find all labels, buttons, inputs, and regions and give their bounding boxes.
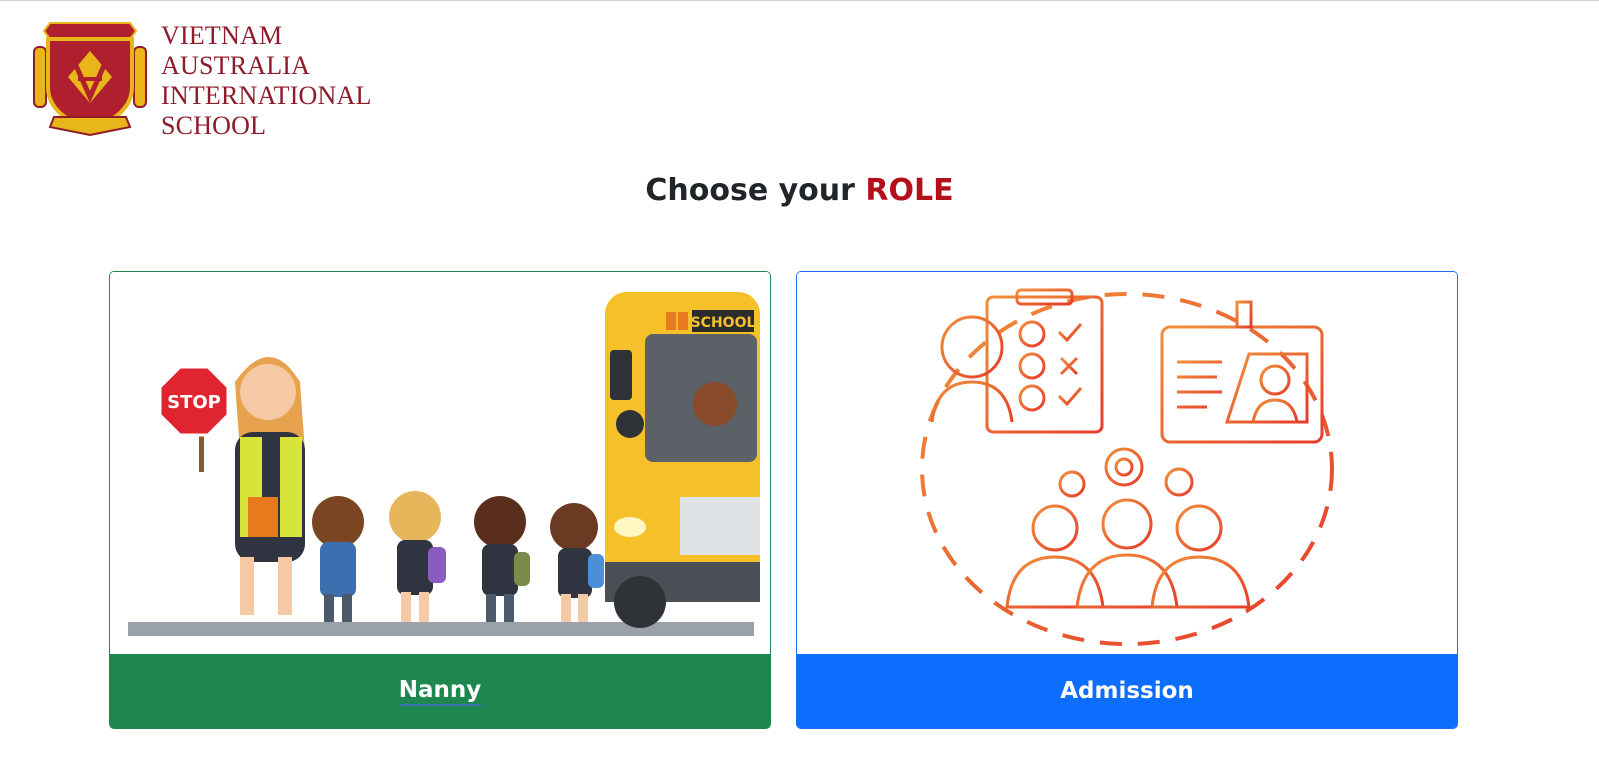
school-name-line: VIETNAM	[161, 21, 283, 50]
role-admission-label: Admission	[1060, 678, 1194, 704]
role-card-admission[interactable]: Admission	[796, 271, 1458, 729]
role-nanny-label: Nanny	[398, 677, 482, 706]
role-admission-button[interactable]: Admission	[797, 654, 1457, 728]
role-nanny-button[interactable]: Nanny	[110, 654, 770, 728]
school-logo[interactable]: VIETNAM AUSTRALIA INTERNATIONAL SCHOOL	[30, 17, 375, 140]
role-card-nanny[interactable]: SCHOOL STOP Nanny	[109, 271, 771, 729]
admission-illustration	[797, 272, 1457, 655]
school-name-line: AUSTRALIA	[161, 51, 311, 80]
school-name-line: SCHOOL	[161, 111, 267, 140]
page-title-accent: ROLE	[865, 173, 954, 208]
page-title-prefix: Choose your	[645, 173, 855, 208]
school-name-line: INTERNATIONAL	[161, 81, 372, 110]
school-name: VIETNAM AUSTRALIA INTERNATIONAL SCHOOL	[161, 21, 372, 141]
nanny-illustration: SCHOOL STOP	[110, 272, 770, 655]
school-bus-icon: SCHOOL	[605, 292, 760, 628]
stop-sign-text: STOP	[167, 392, 221, 413]
page-title: Choose your ROLE	[0, 173, 1599, 208]
school-crest-icon	[33, 22, 147, 137]
bus-sign-text: SCHOOL	[691, 315, 756, 331]
